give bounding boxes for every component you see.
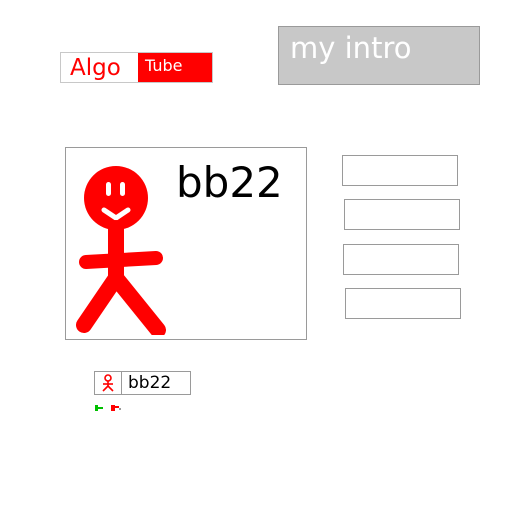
- side-button-3[interactable]: [343, 244, 459, 275]
- stick-figure-icon: [102, 374, 114, 392]
- side-button-4[interactable]: [345, 288, 461, 319]
- reaction-marks: [95, 405, 121, 411]
- mini-avatar: [95, 372, 122, 394]
- algotube-logo[interactable]: Algo Tube: [60, 52, 213, 83]
- channel-card[interactable]: bb22: [65, 147, 307, 340]
- stick-figure-icon: [76, 166, 166, 335]
- logo-algo-text: Algo: [70, 55, 121, 81]
- my-intro-button[interactable]: my intro: [278, 26, 480, 85]
- side-button-2[interactable]: [344, 199, 460, 230]
- mini-channel-name: bb22: [128, 373, 172, 393]
- mini-channel-chip[interactable]: bb22: [94, 371, 191, 395]
- dislike-icon[interactable]: [111, 405, 121, 411]
- side-button-1[interactable]: [342, 155, 458, 186]
- logo-tube-text: Tube: [138, 53, 212, 82]
- channel-name: bb22: [176, 158, 283, 207]
- like-icon[interactable]: [95, 405, 103, 411]
